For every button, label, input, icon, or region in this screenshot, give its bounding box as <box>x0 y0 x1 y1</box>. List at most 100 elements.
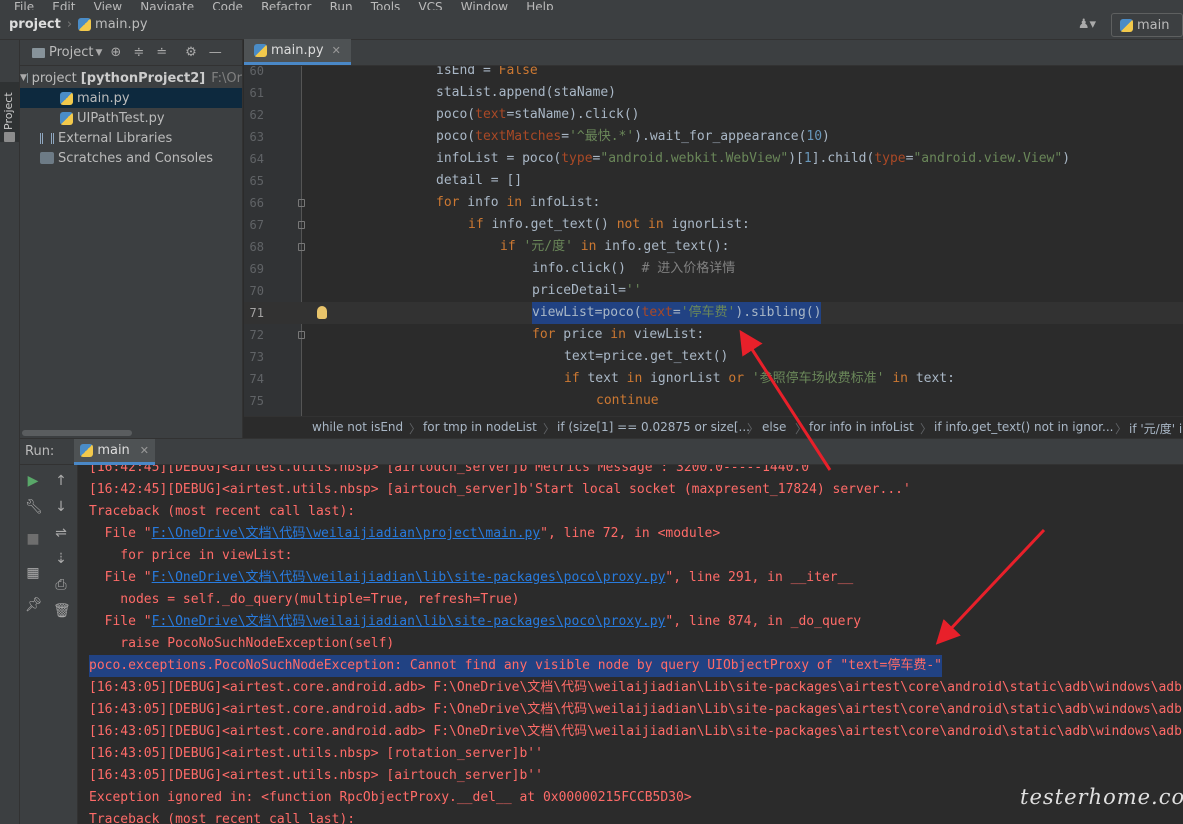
console-line: Exception ignored in: <function RpcObjec… <box>89 790 692 805</box>
python-icon <box>1120 18 1133 32</box>
console-text: File " <box>89 526 152 541</box>
collapse-all-icon[interactable]: ≐ <box>156 45 167 60</box>
console-line: [16:43:05][DEBUG]<airtest.utils.nbsp> [a… <box>89 768 543 783</box>
console-text: ", line 291, in __iter__ <box>665 570 854 585</box>
breadcrumb-item[interactable]: for info in infoList <box>809 420 914 434</box>
console-line: [16:42:45][DEBUG]<airtest.utils.nbsp> [a… <box>89 465 817 475</box>
wrench-icon[interactable]: 🔧︎ <box>25 499 43 515</box>
breadcrumb-item[interactable]: if info.get_text() not in ignor... <box>934 420 1113 434</box>
run-tab-main[interactable]: main ✕ <box>74 438 156 465</box>
code-area[interactable]: 60 isEnd = False 61 staList.append(staName… <box>244 66 1183 416</box>
line-number: 64 <box>249 152 264 166</box>
code-text: poco(text=staName).click() <box>436 107 640 122</box>
console-text: ", line 874, in _do_query <box>665 614 862 629</box>
menu-vcs[interactable]: VCS <box>418 0 442 10</box>
code-text: continue <box>596 393 659 408</box>
menu-code[interactable]: Code <box>212 0 243 10</box>
menu-help[interactable]: Help <box>526 0 553 10</box>
user-icon[interactable]: ♟▾ <box>1071 14 1103 36</box>
python-file-icon <box>254 44 267 57</box>
code-breadcrumbs: while not isEnd 〉 for tmp in nodeList 〉 … <box>244 416 1183 438</box>
chevron-right-icon: › <box>66 17 73 32</box>
console-line-exception: poco.exceptions.PocoNoSuchNodeException:… <box>89 655 942 677</box>
pin-icon[interactable]: 📌︎ <box>25 597 43 613</box>
line-number: 71 <box>249 306 264 320</box>
console-line: File "F:\OneDrive\文档\代码\weilaijiadian\li… <box>89 611 861 633</box>
code-line: 62 poco(text=staName).click() <box>244 104 1183 126</box>
expand-all-icon[interactable]: ≑ <box>133 45 144 60</box>
soft-wrap-icon[interactable]: ⇌ <box>53 525 69 541</box>
line-number: 75 <box>249 394 264 408</box>
editor-tab-main-py[interactable]: main.py ✕ <box>244 39 351 65</box>
menu-window[interactable]: Window <box>461 0 508 10</box>
file-link[interactable]: F:\OneDrive\文档\代码\weilaijiadian\lib\site… <box>152 570 666 585</box>
run-console[interactable]: [16:42:45][DEBUG]<airtest.utils.nbsp> [a… <box>79 465 1183 824</box>
tree-item-external-libraries[interactable]: External Libraries <box>20 128 242 148</box>
console-text: File " <box>89 614 152 629</box>
editor-tab-label: main.py <box>271 43 324 58</box>
breadcrumb-item[interactable]: for tmp in nodeList <box>423 420 537 434</box>
tree-item-main-py[interactable]: main.py <box>20 88 242 108</box>
menu-view[interactable]: View <box>94 0 122 10</box>
code-line: 74 if text in ignorList or '参照停车场收费标准' in… <box>244 368 1183 390</box>
tree-item-path: F:\Or <box>211 70 242 86</box>
nav-file[interactable]: main.py <box>95 17 148 32</box>
hide-icon[interactable]: — <box>209 45 222 60</box>
project-view-selector[interactable]: Project <box>49 45 93 60</box>
nav-project[interactable]: project <box>9 17 61 32</box>
line-number: 68 <box>249 240 264 254</box>
run-config-selector[interactable]: main <box>1111 13 1183 37</box>
line-number: 62 <box>249 108 264 122</box>
code-line-current: 71 viewList=poco(text='停车费').sibling() <box>244 302 1183 324</box>
tree-item-label: Scratches and Consoles <box>58 150 214 166</box>
print-icon[interactable]: ⎙ <box>53 577 69 593</box>
locate-icon[interactable]: ⊕ <box>110 45 121 60</box>
menu-navigate[interactable]: Navigate <box>140 0 194 10</box>
line-number: 61 <box>249 86 264 100</box>
close-icon[interactable]: ✕ <box>140 444 149 457</box>
stop-icon[interactable]: ■ <box>25 531 41 547</box>
fold-icon[interactable] <box>298 199 305 207</box>
trash-icon[interactable]: 🗑︎ <box>53 603 71 619</box>
code-line: 68 if '元/度' in info.get_text(): <box>244 236 1183 258</box>
menu-refactor[interactable]: Refactor <box>261 0 311 10</box>
tree-item-scratches[interactable]: Scratches and Consoles <box>20 148 242 168</box>
console-line: File "F:\OneDrive\文档\代码\weilaijiadian\pr… <box>89 523 721 545</box>
menu-run[interactable]: Run <box>330 0 353 10</box>
layout-icon[interactable]: ▦ <box>25 565 41 581</box>
breadcrumb-item[interactable]: if '元/度' i <box>1129 420 1182 437</box>
breadcrumb-item[interactable]: while not isEnd <box>312 420 403 434</box>
menu-edit[interactable]: Edit <box>52 0 75 10</box>
line-number: 66 <box>249 196 264 210</box>
breadcrumb-item[interactable]: else <box>762 420 786 434</box>
run-tab-label: main <box>97 442 130 458</box>
console-line: [16:43:05][DEBUG]<airtest.core.android.a… <box>89 702 1182 717</box>
menu-tools[interactable]: Tools <box>371 0 401 10</box>
scroll-to-end-icon[interactable]: ⇣ <box>53 551 69 567</box>
breadcrumb-separator: 〉 <box>543 422 556 436</box>
file-link[interactable]: F:\OneDrive\文档\代码\weilaijiadian\lib\site… <box>152 614 666 629</box>
close-icon[interactable]: ✕ <box>332 44 341 57</box>
arrow-up-icon[interactable]: ↑ <box>53 473 69 489</box>
navigation-bar: project › main.py ♟▾ main <box>0 10 1183 40</box>
rerun-icon[interactable]: ▶ <box>25 473 41 489</box>
fold-icon[interactable] <box>298 221 305 229</box>
python-file-icon <box>78 18 92 31</box>
breadcrumb-item[interactable]: if (size[1] == 0.02875 or size[... <box>557 420 750 434</box>
tree-item-uipathtest-py[interactable]: UIPathTest.py <box>20 108 242 128</box>
code-text: if info.get_text() not in ignorList: <box>468 217 750 232</box>
arrow-down-icon[interactable]: ↓ <box>53 499 69 515</box>
fold-icon[interactable] <box>298 331 305 339</box>
expand-arrow-icon[interactable]: ▼ <box>20 73 27 83</box>
menu-file[interactable]: File <box>14 0 34 10</box>
fold-icon[interactable] <box>298 243 305 251</box>
tree-item-project[interactable]: ▼ project [pythonProject2] F:\Or <box>20 68 242 88</box>
file-link[interactable]: F:\OneDrive\文档\代码\weilaijiadian\project\… <box>152 526 541 541</box>
gear-icon[interactable]: ⚙ <box>185 45 197 60</box>
project-panel-header: Project ▼ ⊕ ≑ ≐ ⚙ — <box>20 40 242 66</box>
horizontal-scrollbar[interactable] <box>22 430 132 436</box>
console-line: nodes = self._do_query(multiple=True, re… <box>89 592 520 607</box>
tree-item-label: External Libraries <box>58 130 173 146</box>
python-icon <box>80 443 94 457</box>
lightbulb-icon[interactable] <box>317 306 327 319</box>
